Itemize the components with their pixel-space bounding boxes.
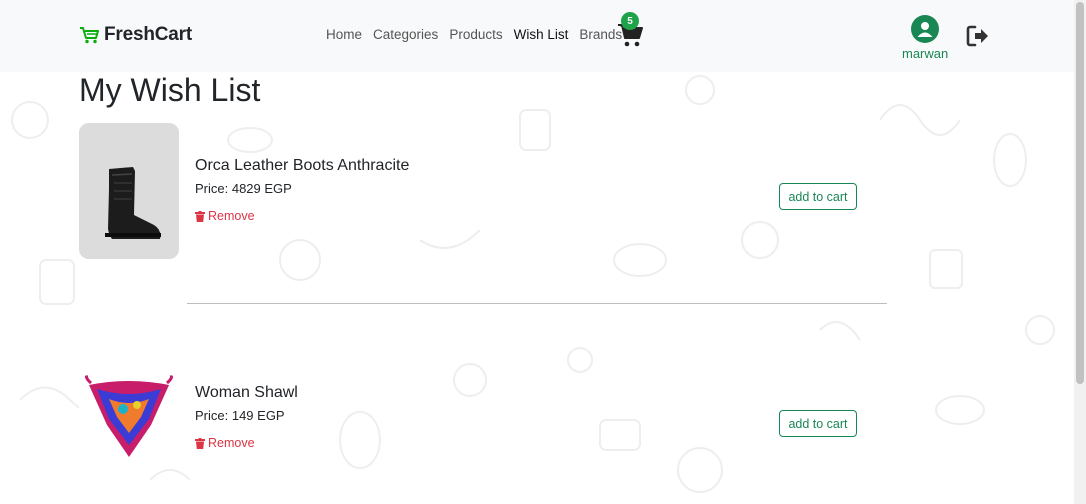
product-image[interactable] <box>79 123 179 259</box>
nav-brands[interactable]: Brands <box>579 27 622 42</box>
boot-image <box>79 123 179 259</box>
cart-button[interactable]: 5 <box>617 12 645 48</box>
avatar <box>911 15 939 43</box>
navbar: FreshCart Home Categories Products Wish … <box>0 0 1074 72</box>
wishlist-item: Woman Shawl Price: 149 EGP Remove add to… <box>79 375 859 465</box>
user-icon <box>917 22 933 37</box>
wishlist-item: Orca Leather Boots Anthracite Price: 482… <box>79 123 859 263</box>
product-name: Orca Leather Boots Anthracite <box>195 157 410 174</box>
product-image[interactable] <box>79 375 179 459</box>
cart-logo-icon <box>80 27 99 44</box>
item-divider <box>187 303 887 304</box>
page-scrollbar[interactable] <box>1074 0 1086 504</box>
trash-icon <box>195 210 205 222</box>
shawl-image <box>79 375 179 459</box>
scrollbar-thumb[interactable] <box>1076 2 1084 384</box>
brand-logo[interactable]: FreshCart <box>79 24 192 46</box>
product-price: Price: 4829 EGP <box>195 181 292 196</box>
nav-links: Home Categories Products Wish List Brand… <box>326 27 633 42</box>
main-content: My Wish List Orca Leather Boots Anthraci… <box>0 0 1074 504</box>
add-to-cart-button[interactable]: add to cart <box>779 183 857 210</box>
cart-count-badge: 5 <box>621 12 639 30</box>
remove-button[interactable]: Remove <box>195 209 255 223</box>
remove-label: Remove <box>208 436 255 450</box>
nav-products[interactable]: Products <box>449 27 502 42</box>
brand-name: FreshCart <box>104 24 192 45</box>
nav-wishlist[interactable]: Wish List <box>514 27 569 42</box>
remove-button[interactable]: Remove <box>195 436 255 450</box>
nav-categories[interactable]: Categories <box>373 27 438 42</box>
product-name: Woman Shawl <box>195 384 298 401</box>
logout-button[interactable] <box>966 25 990 52</box>
nav-home[interactable]: Home <box>326 27 362 42</box>
page-title: My Wish List <box>79 72 261 108</box>
logout-icon <box>966 25 988 47</box>
user-profile[interactable]: marwan <box>902 15 948 61</box>
remove-label: Remove <box>208 209 255 223</box>
username: marwan <box>902 46 949 61</box>
trash-icon <box>195 437 205 449</box>
product-price: Price: 149 EGP <box>195 408 285 423</box>
add-to-cart-button[interactable]: add to cart <box>779 410 857 437</box>
